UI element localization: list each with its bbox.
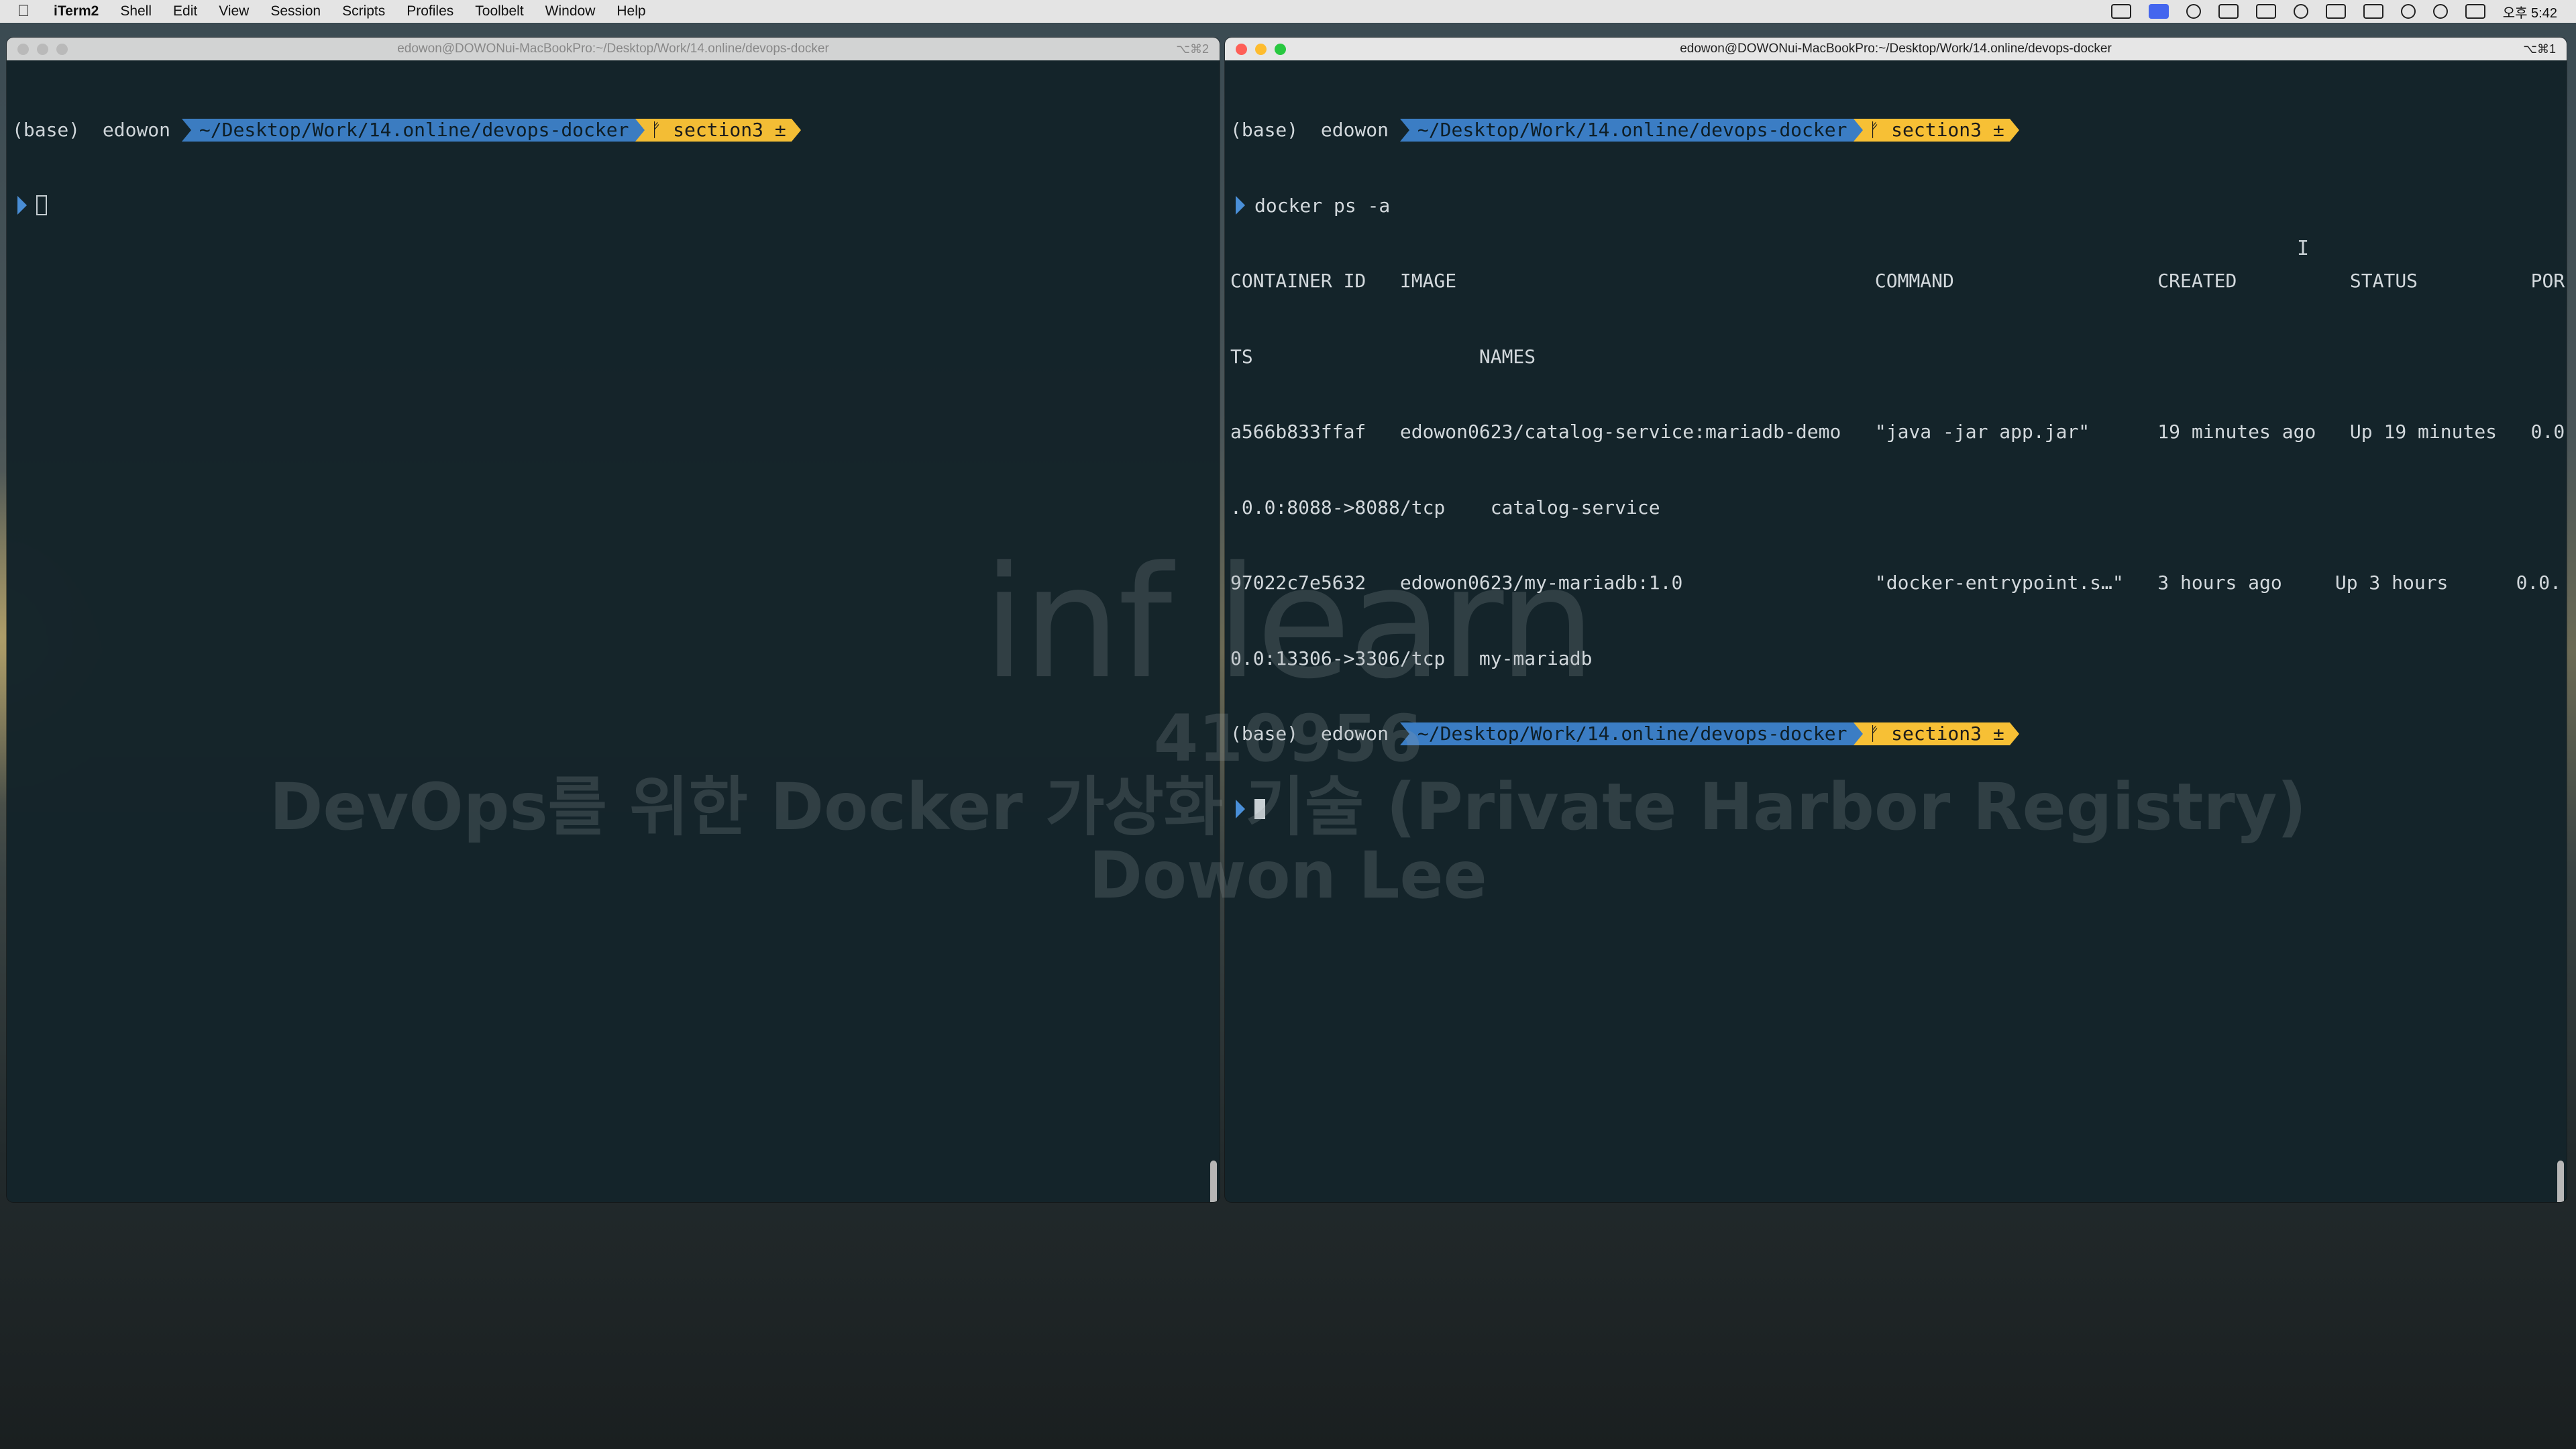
menu-shell[interactable]: Shell <box>120 3 152 19</box>
terminal-content[interactable]: (base) edowon ~/Desktop/Work/14.online/d… <box>1225 60 2567 1202</box>
prompt-path: ~/Desktop/Work/14.online/devops-docker <box>1399 118 1854 142</box>
command-text: docker ps -a <box>1254 194 1391 217</box>
output-line: TS NAMES <box>1230 345 1536 368</box>
scrollbar[interactable] <box>1210 1161 1217 1202</box>
menu-view[interactable]: View <box>219 3 249 19</box>
camera-icon[interactable] <box>2218 4 2239 19</box>
menu-profiles[interactable]: Profiles <box>407 3 453 19</box>
input-line[interactable] <box>1230 797 2561 822</box>
window-titlebar[interactable]: edowon@DOWONui-MacBookPro:~/Desktop/Work… <box>7 38 1220 60</box>
input-source-icon[interactable] <box>2325 4 2346 19</box>
prompt-git-branch: ᚠ section3 ± <box>1854 118 2019 142</box>
control-center-icon[interactable] <box>2465 4 2485 19</box>
prompt-arrow-icon <box>17 196 27 215</box>
output-line: 97022c7e5632 edowon0623/my-mariadb:1.0 "… <box>1230 570 2561 596</box>
output-line-text: 97022c7e5632 edowon0623/my-mariadb:1.0 "… <box>1230 572 2328 594</box>
zoom-button[interactable] <box>1275 43 1286 55</box>
menu-clock[interactable]: 오후 5:42 <box>2503 2 2557 21</box>
menu-toolbelt[interactable]: Toolbelt <box>475 3 523 19</box>
terminal-window-left[interactable]: edowon@DOWONui-MacBookPro:~/Desktop/Work… <box>7 38 1220 1202</box>
menu-edit[interactable]: Edit <box>173 3 197 19</box>
minimize-button[interactable] <box>1255 43 1267 55</box>
menu-help[interactable]: Help <box>616 3 645 19</box>
prompt-env: (base) <box>12 119 80 141</box>
window-shortcut: ⌥⌘1 <box>2523 42 2556 56</box>
output-line: a566b833ffaf edowon0623/catalog-service:… <box>1230 421 2565 443</box>
window-titlebar[interactable]: edowon@DOWONui-MacBookPro:~/Desktop/Work… <box>1225 38 2567 60</box>
text-cursor <box>36 195 47 216</box>
menu-bar:  iTerm2 Shell Edit View Session Scripts… <box>0 0 2576 23</box>
output-line: .0.0:8088->8088/tcp catalog-service <box>1230 496 1660 519</box>
wifi-icon[interactable] <box>2400 4 2416 19</box>
ibeam-cursor-icon: I <box>2297 237 2310 260</box>
cloud-icon[interactable] <box>2255 4 2276 19</box>
command-line: docker ps -a <box>1230 193 2561 219</box>
minimize-button[interactable] <box>37 43 48 55</box>
prompt-line: (base) edowon ~/Desktop/Work/14.online/d… <box>1230 721 2561 747</box>
menu-app-name[interactable]: iTerm2 <box>54 3 99 19</box>
prompt-env: (base) <box>1230 119 1299 141</box>
screen-share-icon[interactable] <box>2148 4 2169 19</box>
window-title: edowon@DOWONui-MacBookPro:~/Desktop/Work… <box>1680 42 2112 56</box>
prompt-path: ~/Desktop/Work/14.online/devops-docker <box>181 118 636 142</box>
prompt-arrow-icon <box>1236 800 1245 819</box>
terminal-content[interactable]: (base) edowon ~/Desktop/Work/14.online/d… <box>7 60 1220 1202</box>
output-line-tail: Up 3 hours 0.0. <box>2334 572 2561 594</box>
prompt-git-branch: ᚠ section3 ± <box>635 118 801 142</box>
status-area: 오후 5:42 <box>2110 2 2557 21</box>
text-cursor <box>1254 799 1265 820</box>
spotlight-icon[interactable] <box>2432 4 2448 19</box>
output-line: 0.0:13306->3306/tcp my-mariadb <box>1230 647 1593 669</box>
time-machine-icon[interactable] <box>2293 4 2308 19</box>
prompt-line: (base) edowon ~/Desktop/Work/14.online/d… <box>12 117 1214 143</box>
prompt-path: ~/Desktop/Work/14.online/devops-docker <box>1399 722 1854 745</box>
apple-menu-icon[interactable]:  <box>17 2 36 21</box>
prompt-arrow-icon <box>1236 196 1245 215</box>
output-line: CONTAINER ID IMAGE COMMAND CREATED STATU… <box>1230 270 2565 292</box>
input-line[interactable] <box>12 193 1214 219</box>
window-title: edowon@DOWONui-MacBookPro:~/Desktop/Work… <box>397 42 829 56</box>
battery-icon[interactable] <box>2363 4 2383 19</box>
prompt-line: (base) edowon ~/Desktop/Work/14.online/d… <box>1230 117 2561 143</box>
prompt-user: edowon <box>1320 722 1389 745</box>
close-button[interactable] <box>17 43 29 55</box>
window-shortcut: ⌥⌘2 <box>1176 42 1209 56</box>
menu-window[interactable]: Window <box>545 3 596 19</box>
menu-scripts[interactable]: Scripts <box>342 3 385 19</box>
terminal-window-right[interactable]: edowon@DOWONui-MacBookPro:~/Desktop/Work… <box>1225 38 2567 1202</box>
docker-icon[interactable] <box>2110 4 2131 19</box>
prompt-git-branch: ᚠ section3 ± <box>1854 722 2019 745</box>
prompt-user: edowon <box>1320 119 1389 141</box>
chat-icon[interactable] <box>2186 4 2201 19</box>
menu-session[interactable]: Session <box>270 3 321 19</box>
close-button[interactable] <box>1236 43 1247 55</box>
scrollbar[interactable] <box>2557 1161 2564 1202</box>
zoom-button[interactable] <box>56 43 68 55</box>
prompt-user: edowon <box>102 119 171 141</box>
prompt-env: (base) <box>1230 722 1299 745</box>
